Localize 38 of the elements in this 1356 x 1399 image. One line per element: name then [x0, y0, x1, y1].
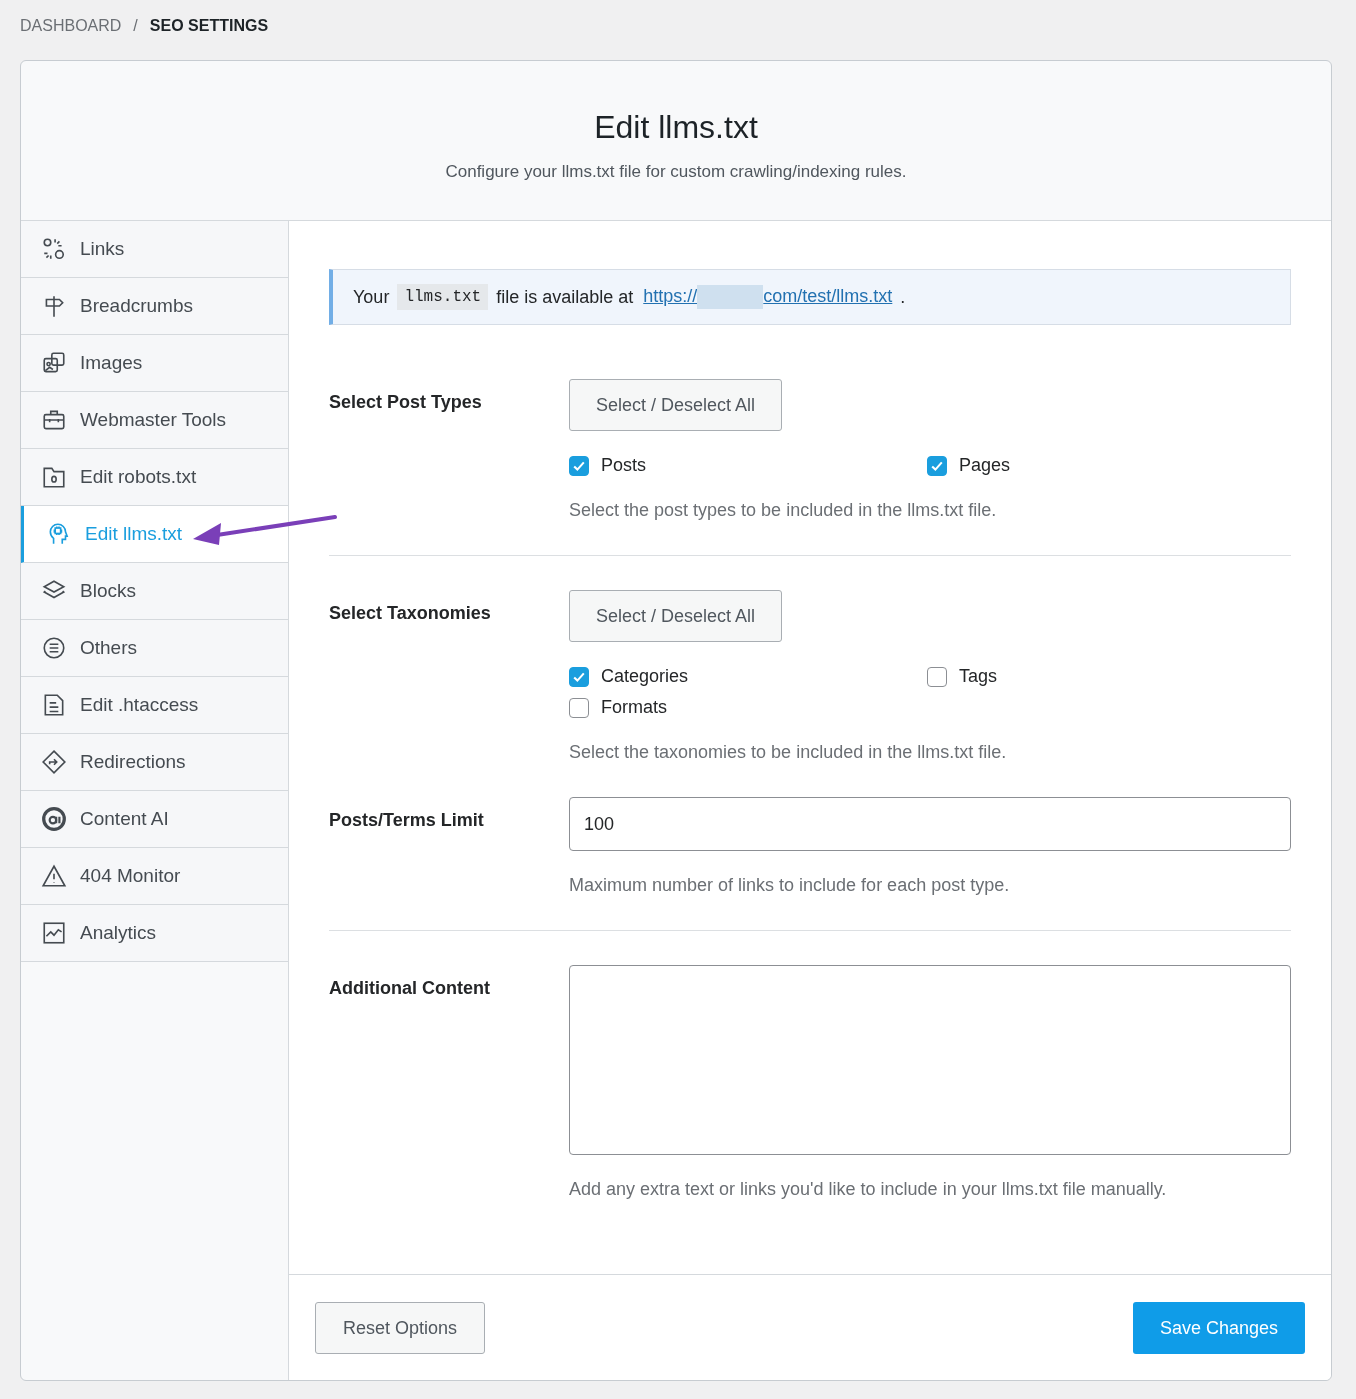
help-text: Select the taxonomies to be included in the llms.txt file. [569, 742, 1008, 763]
notice-text: Your [353, 286, 390, 308]
page-subtitle: Configure your llms.txt file for custom crawling/indexing rules. [444, 162, 908, 182]
checkbox-label: Posts [601, 455, 647, 476]
breadcrumb-link[interactable]: DASHBOARD [20, 17, 122, 35]
sidebar-icon [41, 920, 67, 946]
notice-text: file is available at [496, 286, 634, 308]
sidebar-icon [41, 863, 67, 889]
checkbox-label: Formats [601, 697, 667, 718]
file-url-link[interactable]: https:// com/test/llms.txt [643, 285, 893, 309]
checkbox-label: Categories [601, 666, 689, 687]
sidebar-icon [41, 236, 67, 262]
field-label: Select Taxonomies [329, 602, 492, 625]
select-all-button[interactable]: Select / Deselect All [569, 590, 783, 642]
checkbox[interactable] [569, 455, 589, 476]
breadcrumb-separator: / [133, 17, 138, 35]
field-label: Select Post Types [329, 391, 483, 414]
checkbox[interactable] [569, 666, 589, 687]
notice-text: . [900, 286, 906, 308]
page-title: Edit llms.txt [593, 109, 759, 146]
select-all-button[interactable]: Select / Deselect All [569, 379, 783, 431]
breadcrumb-current: SEO SETTINGS [149, 17, 269, 35]
checkbox[interactable] [927, 455, 947, 476]
reset-button[interactable]: Reset Options [315, 1302, 486, 1354]
sidebar-icon [41, 806, 67, 832]
sidebar-icon [41, 635, 67, 661]
help-text: Maximum number of links to include for each post type. [569, 875, 1011, 896]
checkbox-label: Pages [959, 455, 1011, 476]
help-text: Add any extra text or links you'd like to include in your llms.txt file manually. [569, 1179, 1168, 1200]
code-tag: llms.txt [397, 284, 489, 310]
limit-input[interactable]: 100 [569, 797, 1291, 851]
checkbox-label: Tags [959, 666, 998, 687]
checkbox[interactable] [927, 666, 947, 687]
sidebar-icon [41, 749, 67, 775]
checkbox[interactable] [569, 697, 589, 718]
field-label: Posts/Terms Limit [329, 809, 485, 832]
help-text: Select the post types to be included in the llms.txt file. [569, 500, 998, 521]
field-label: Additional Content [329, 977, 491, 1000]
